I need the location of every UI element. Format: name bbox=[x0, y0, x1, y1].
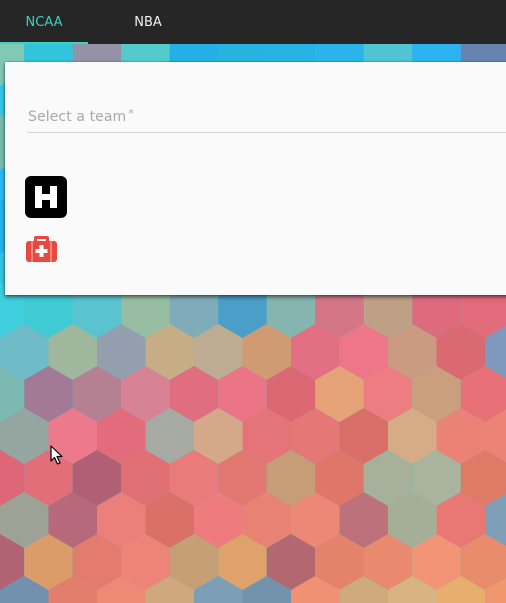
required-mark: * bbox=[128, 107, 134, 120]
team-select[interactable]: Select a team * bbox=[27, 105, 506, 133]
medical-kit-icon[interactable] bbox=[25, 233, 58, 263]
tab-nba[interactable]: NBA bbox=[104, 0, 192, 44]
team-card: Select a team * bbox=[5, 62, 506, 295]
mouse-cursor-icon bbox=[50, 445, 63, 465]
team-select-placeholder: Select a team * bbox=[28, 107, 134, 125]
top-nav-bar: NCAA NBA bbox=[0, 0, 506, 44]
hospital-h-icon[interactable] bbox=[25, 176, 67, 218]
tab-ncaa[interactable]: NCAA bbox=[0, 0, 88, 44]
